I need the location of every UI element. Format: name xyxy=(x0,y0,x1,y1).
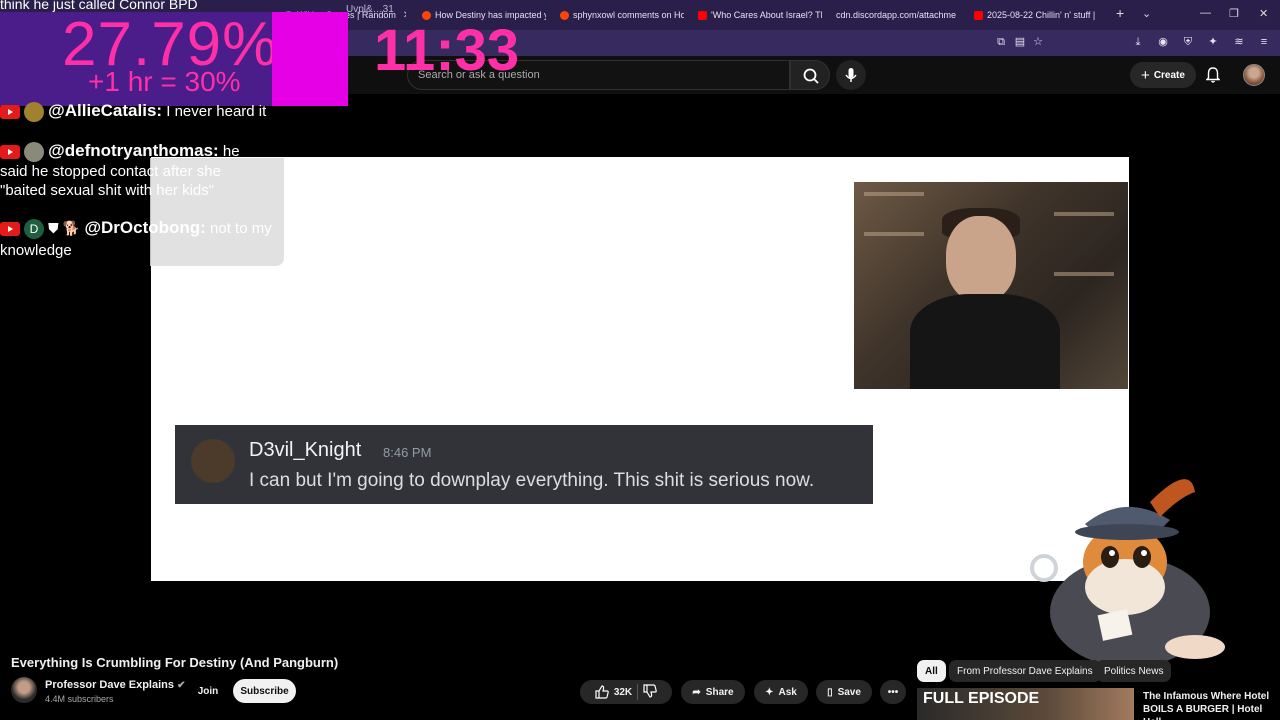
youtube-icon xyxy=(0,145,20,160)
discord-message-card: D3vil_Knight 8:46 PM I can but I'm going… xyxy=(175,425,873,504)
reader-icon[interactable]: ▤ xyxy=(1013,35,1027,49)
browser-tab[interactable]: 2025-08-22 Chillin' n' stuff | xyxy=(974,6,1100,24)
discord-message-text: I can but I'm going to downplay everythi… xyxy=(249,470,815,491)
thumbs-up-icon xyxy=(595,685,609,699)
avatar xyxy=(24,142,44,163)
avatar xyxy=(24,102,44,123)
browser-tab[interactable]: sphynxowl comments on Ho xyxy=(560,6,684,24)
browser-tab[interactable]: cdn.discordapp.com/attachme xyxy=(836,6,960,24)
more-actions-button[interactable]: ••• xyxy=(880,680,906,704)
notifications-bell-icon[interactable] xyxy=(1205,67,1221,86)
like-dislike-group: 32K xyxy=(580,680,672,704)
picture-in-picture-icon[interactable]: ⧉ xyxy=(994,35,1008,49)
shield-icon[interactable]: ⛨ xyxy=(1181,35,1195,49)
microphone-icon xyxy=(845,68,857,82)
save-button[interactable]: ▯ Save xyxy=(816,680,872,704)
chip-politics-news[interactable]: Politics News xyxy=(1096,660,1172,682)
subscriber-count: 4.4M subscribers xyxy=(45,694,114,704)
bookmark-icon: ▯ xyxy=(827,686,833,698)
minimize-icon[interactable]: — xyxy=(1200,7,1211,19)
voice-search-button[interactable] xyxy=(836,60,866,90)
share-arrow-icon: ➦ xyxy=(692,686,701,698)
recommendation-title[interactable]: The Infamous Where Hotel BOILS A BURGER … xyxy=(1143,690,1273,720)
share-button[interactable]: ➦ Share xyxy=(681,680,745,704)
mascot-detective-icon xyxy=(1030,479,1225,667)
like-button[interactable]: 32K xyxy=(595,685,632,699)
sync-icon[interactable]: ≋ xyxy=(1232,35,1246,49)
channel-name[interactable]: Professor Dave Explains ✔ xyxy=(45,679,185,691)
overlay-color-block xyxy=(272,12,348,106)
dislike-button[interactable] xyxy=(643,683,657,701)
discord-username: D3vil_Knight xyxy=(249,439,362,461)
recommendation-thumbnail[interactable]: FULL EPISODE xyxy=(917,688,1134,720)
youtube-icon xyxy=(0,222,20,237)
verified-check-icon: ✔ xyxy=(177,680,186,691)
create-button[interactable]: + Create xyxy=(1130,62,1196,88)
plus-icon: + xyxy=(1141,66,1150,84)
chevron-down-icon[interactable]: ⌄ xyxy=(1142,7,1151,20)
webcam-feed xyxy=(854,182,1128,389)
chip-from-channel[interactable]: From Professor Dave Explains xyxy=(949,660,1101,682)
ask-button[interactable]: ✦ Ask xyxy=(754,680,808,704)
avatar xyxy=(191,439,235,483)
badge-icon: 🐕 xyxy=(62,220,81,236)
overlay-clock: 11:33 xyxy=(374,18,520,83)
moderator-shield-icon: ⛊ xyxy=(48,220,59,236)
profile-icon[interactable]: ◉ xyxy=(1156,35,1170,49)
chat-message: @defnotryanthomas: he said he stopped co… xyxy=(0,141,240,200)
video-title: Everything Is Crumbling For Destiny (And… xyxy=(11,655,339,670)
channel-avatar[interactable] xyxy=(11,677,37,703)
chat-message: D ⛊ 🐕 @DrOctobong: not to my knowledge xyxy=(0,218,272,259)
extensions-icon[interactable]: ✦ xyxy=(1206,35,1220,49)
progress-bonus: +1 hr = 30% xyxy=(88,66,241,97)
avatar: D xyxy=(24,219,44,240)
youtube-icon xyxy=(698,10,707,20)
chip-all[interactable]: All xyxy=(917,660,946,682)
sparkle-icon: ✦ xyxy=(765,686,774,698)
new-tab-button[interactable]: + xyxy=(1116,5,1124,21)
download-icon[interactable]: ⤓ xyxy=(1131,35,1145,49)
bookmark-star-icon[interactable]: ☆ xyxy=(1031,35,1045,49)
subscribe-button[interactable]: Subscribe xyxy=(233,679,296,703)
chat-top-line: think he just called Connor BPD xyxy=(0,0,198,12)
chat-message: @AllieCatalis: I never heard it xyxy=(0,101,266,123)
join-button[interactable]: Join xyxy=(190,679,226,703)
browser-tab[interactable]: 'Who Cares About Israel? Th xyxy=(698,6,822,24)
restore-icon[interactable]: ❐ xyxy=(1229,7,1239,20)
more-icon: ••• xyxy=(887,686,899,698)
search-button[interactable] xyxy=(790,60,830,90)
address-url[interactable]: Uvpl&…31 xyxy=(346,4,394,15)
window-close-icon[interactable]: ✕ xyxy=(1259,7,1268,20)
youtube-icon xyxy=(0,105,20,120)
search-icon xyxy=(803,68,819,84)
menu-icon[interactable]: ≡ xyxy=(1257,35,1271,49)
thumbs-down-icon xyxy=(643,683,657,698)
user-avatar[interactable] xyxy=(1243,64,1265,86)
discord-timestamp: 8:46 PM xyxy=(383,445,432,460)
reddit-icon xyxy=(560,10,569,20)
youtube-icon xyxy=(974,10,983,20)
